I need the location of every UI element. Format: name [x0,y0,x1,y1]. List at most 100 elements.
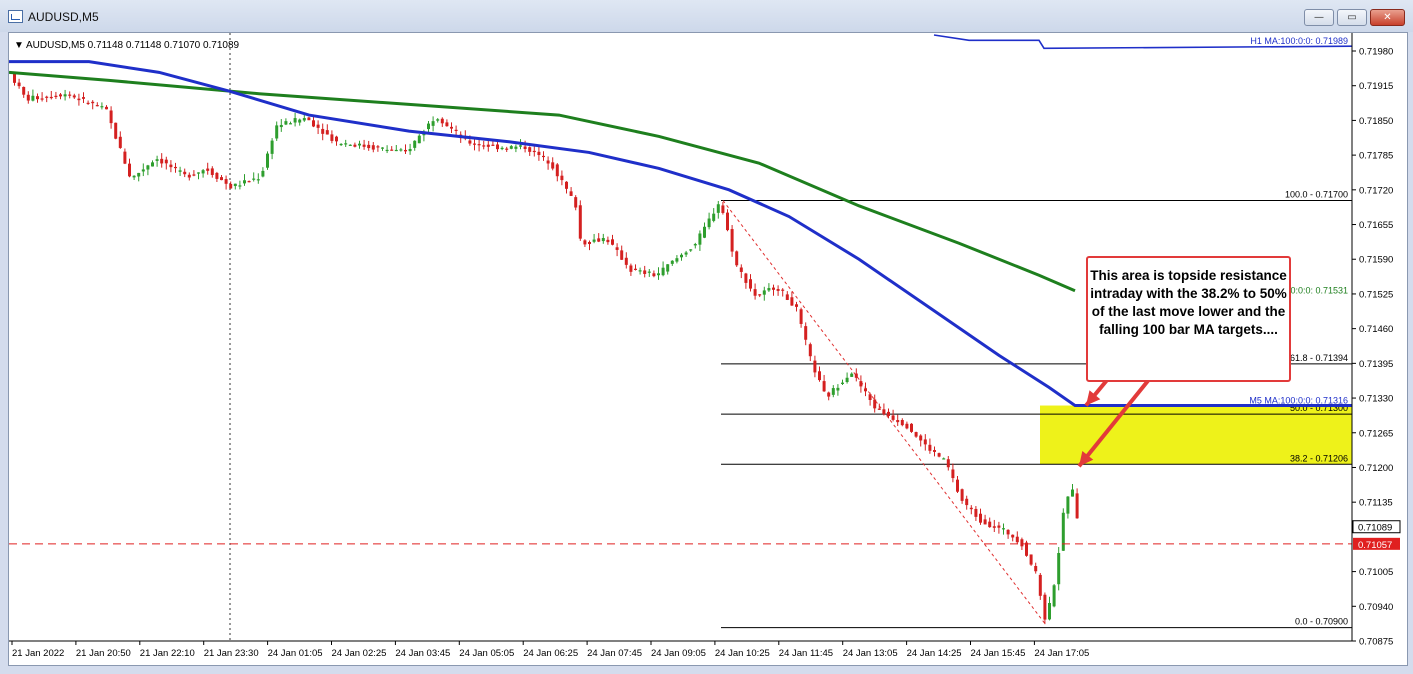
header-arrow[interactable]: ▼ [14,40,24,51]
x-tick-label: 24 Jan 15:45 [971,648,1026,659]
candle-body [749,279,752,289]
candle-body [988,521,992,528]
candle-body [243,180,246,184]
chart-area[interactable]: 100.0 - 0.71700 61.8 - 0.71394 50.0 - 0.71… [8,32,1408,666]
chart-window-icon [8,10,23,23]
close-button[interactable]: ✕ [1370,9,1405,26]
candle-body [592,239,596,242]
candle-body [914,432,918,437]
candle-body [275,125,279,139]
candle-body [1011,534,1015,538]
candle-body [137,172,141,177]
y-tick-label: 0.71525 [1359,289,1393,300]
candle-body [399,149,403,151]
candle-body [339,143,343,146]
candle-body [716,204,720,213]
candle-body [118,136,122,148]
candle-body [1020,539,1024,547]
candle-body [956,479,959,492]
candle-body [486,144,490,147]
candle-body [72,95,76,98]
candle-body [551,162,555,169]
candle-body [109,110,113,124]
candle-body [496,144,499,150]
candle-body [859,381,863,387]
candle-body [965,498,969,506]
candle-body [77,98,81,101]
candle-body [95,105,99,107]
candle-body [946,459,950,468]
candle-body [40,98,44,100]
candle-body [523,146,527,149]
candle-body [900,419,904,426]
candle-body [776,289,780,291]
candle-body [390,149,394,151]
candle-body [178,170,182,172]
candle-body [417,135,421,144]
candle-body [431,121,435,126]
candle-body [367,144,371,149]
x-tick-label: 21 Jan 2022 [12,648,64,659]
candle-body [624,257,628,265]
candle-body [854,373,858,378]
candle-body [54,95,58,97]
candle-body [17,82,21,87]
candle-body [804,326,808,340]
candle-body [312,120,315,127]
candle-body [160,158,164,164]
candle-body [100,106,104,108]
candle-body [795,304,798,307]
candle-body [197,172,200,174]
candle-body [128,163,131,177]
candle-body [325,130,329,135]
candle-body [845,377,849,383]
candle-body [735,251,739,266]
candle-body [767,288,771,291]
candle-body [238,185,242,187]
candle-body [468,140,472,144]
candle-body [744,273,748,283]
candle-body [381,147,384,149]
minimize-button[interactable]: — [1304,9,1334,26]
candle-body [979,513,982,523]
fib-level-label: 61.8 - 0.71394 [1290,353,1348,363]
candle-body [758,294,762,296]
candle-body [279,124,283,128]
candle-body [689,249,693,251]
candle-body [450,126,453,129]
candle-body [528,147,532,152]
y-tick-label: 0.71915 [1359,81,1393,92]
candle-body [532,150,536,153]
candle-body [36,96,39,100]
candle-body [404,149,407,152]
x-tick-label: 24 Jan 09:05 [651,648,706,659]
candle-body [371,145,375,150]
maximize-button[interactable]: ▭ [1337,9,1367,26]
x-tick-label: 21 Jan 22:10 [140,648,195,659]
candle-body [1057,553,1061,585]
candle-body [335,136,338,142]
candle-body [933,450,936,452]
candle-body [542,155,545,158]
y-tick-label: 0.71720 [1359,185,1393,196]
candle-body [436,119,440,121]
x-tick-label: 24 Jan 10:25 [715,648,770,659]
y-tick-label: 0.71135 [1359,498,1393,509]
candle-body [266,153,269,168]
title-bar[interactable]: AUDUSD,M5 — ▭ ✕ [0,0,1413,32]
candle-body [59,94,62,97]
candle-body [578,205,582,239]
candle-body [785,294,789,300]
x-tick-label: 24 Jan 11:45 [779,648,833,659]
candle-body [321,128,325,134]
ma-200-line [9,70,1076,293]
candle-body [707,218,711,228]
candle-body [183,171,187,175]
candle-body [477,144,481,146]
candle-body [1052,585,1056,607]
candle-body [348,144,352,146]
candle-body [634,268,637,270]
candle-body [307,117,311,121]
y-tick-label: 0.71850 [1359,116,1393,127]
candle-body [896,420,900,423]
